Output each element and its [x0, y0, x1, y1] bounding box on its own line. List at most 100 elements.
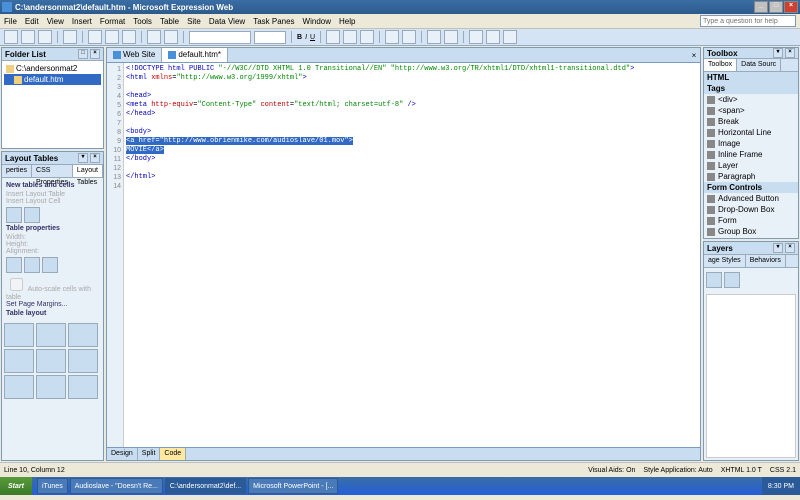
lt-dropdown-icon[interactable]: ▾ — [78, 153, 88, 163]
bold-button[interactable]: B — [297, 34, 302, 41]
css-status[interactable]: CSS 2.1 — [770, 467, 796, 474]
tb-drop-icon[interactable]: ▾ — [773, 48, 783, 58]
layout-preset[interactable] — [36, 349, 66, 373]
open-button[interactable] — [21, 30, 35, 44]
toolbox-sec-tags[interactable]: Tags — [704, 83, 798, 94]
view-code[interactable]: Code — [160, 448, 186, 460]
tb-close-icon[interactable]: × — [785, 48, 795, 58]
folder-file[interactable]: default.htm — [4, 74, 101, 85]
size-select[interactable] — [254, 31, 286, 44]
indent-button[interactable] — [444, 30, 458, 44]
toolbox-item[interactable]: Break — [704, 116, 798, 127]
toolbox-item[interactable]: Form — [704, 215, 798, 226]
toolbox-item[interactable]: Input (Button) — [704, 237, 798, 239]
tab-datasource[interactable]: Data Sourc — [737, 59, 781, 71]
style-application[interactable]: Style Application: Auto — [643, 467, 712, 474]
copy-button[interactable] — [105, 30, 119, 44]
menu-view[interactable]: View — [47, 17, 64, 26]
menu-table[interactable]: Table — [160, 17, 179, 26]
align-left-button[interactable] — [326, 30, 340, 44]
new-button[interactable] — [4, 30, 18, 44]
redo-button[interactable] — [164, 30, 178, 44]
ly-close-icon[interactable]: × — [785, 243, 795, 253]
menu-help[interactable]: Help — [339, 17, 355, 26]
save-button[interactable] — [38, 30, 52, 44]
highlight-button[interactable] — [486, 30, 500, 44]
doc-close-icon[interactable]: × — [688, 51, 700, 60]
help-search-input[interactable] — [700, 15, 796, 27]
toolbox-sec-form[interactable]: Form Controls — [704, 182, 798, 193]
toolbox-item[interactable]: Image — [704, 138, 798, 149]
menu-insert[interactable]: Insert — [72, 17, 92, 26]
doctype-status[interactable]: XHTML 1.0 T — [721, 467, 762, 474]
font-select[interactable] — [189, 31, 251, 44]
tab-layout-tables[interactable]: Layout Tables — [73, 165, 103, 177]
lt-btn2[interactable] — [24, 207, 40, 223]
layout-preset[interactable] — [68, 349, 98, 373]
bullets-button[interactable] — [385, 30, 399, 44]
code-editor[interactable]: 1234567891011121314 <!DOCTYPE html PUBLI… — [106, 62, 701, 448]
toolbox-item[interactable]: Advanced Button — [704, 193, 798, 204]
taskbar-audioslave[interactable]: Audioslave - "Doesn't Re... — [70, 478, 163, 494]
fontcolor-button[interactable] — [503, 30, 517, 44]
toolbox-sec-html[interactable]: HTML — [704, 72, 798, 83]
undo-button[interactable] — [147, 30, 161, 44]
menu-file[interactable]: File — [4, 17, 17, 26]
tab-default-htm[interactable]: default.htm* — [162, 48, 228, 62]
layer-btn2[interactable] — [724, 272, 740, 288]
view-split[interactable]: Split — [138, 448, 161, 460]
visual-aids[interactable]: Visual Aids: On — [588, 467, 635, 474]
align-l[interactable] — [6, 257, 22, 273]
layout-preset[interactable] — [68, 323, 98, 347]
align-r[interactable] — [42, 257, 58, 273]
folder-root[interactable]: C:\andersonmat2 — [4, 63, 101, 74]
layer-btn1[interactable] — [706, 272, 722, 288]
preview-button[interactable] — [63, 30, 77, 44]
layout-preset[interactable] — [36, 375, 66, 399]
toolbox-item[interactable]: Paragraph — [704, 171, 798, 182]
folder-close-icon[interactable]: × — [90, 49, 100, 59]
minimize-button[interactable]: _ — [754, 1, 768, 13]
menu-window[interactable]: Window — [303, 17, 331, 26]
layout-preset[interactable] — [68, 375, 98, 399]
layout-preset[interactable] — [4, 323, 34, 347]
menu-site[interactable]: Site — [187, 17, 201, 26]
toolbox-item[interactable]: <div> — [704, 94, 798, 105]
tab-css-properties[interactable]: CSS Properties — [32, 165, 73, 177]
lt-btn1[interactable] — [6, 207, 22, 223]
layout-preset[interactable] — [4, 375, 34, 399]
taskbar-expressionweb[interactable]: C:\andersonmat2\def... — [165, 478, 246, 494]
align-right-button[interactable] — [360, 30, 374, 44]
toolbox-item[interactable]: Drop-Down Box — [704, 204, 798, 215]
menu-format[interactable]: Format — [100, 17, 125, 26]
tab-behaviors[interactable]: Behaviors — [746, 255, 786, 267]
toolbox-item[interactable]: Horizontal Line — [704, 127, 798, 138]
taskbar-powerpoint[interactable]: Microsoft PowerPoint - [... — [248, 478, 338, 494]
toolbox-item[interactable]: Group Box — [704, 226, 798, 237]
layout-preset[interactable] — [36, 323, 66, 347]
borders-button[interactable] — [469, 30, 483, 44]
layout-preset[interactable] — [4, 349, 34, 373]
outdent-button[interactable] — [427, 30, 441, 44]
menu-tools[interactable]: Tools — [133, 17, 152, 26]
start-button[interactable]: Start — [0, 477, 32, 495]
maximize-button[interactable]: □ — [769, 1, 783, 13]
menu-dataview[interactable]: Data View — [209, 17, 245, 26]
underline-button[interactable]: U — [310, 34, 315, 41]
numbering-button[interactable] — [402, 30, 416, 44]
menu-edit[interactable]: Edit — [25, 17, 39, 26]
paste-button[interactable] — [122, 30, 136, 44]
menu-taskpanes[interactable]: Task Panes — [253, 17, 294, 26]
tab-website[interactable]: Web Site — [107, 48, 162, 62]
ly-drop-icon[interactable]: ▾ — [773, 243, 783, 253]
folder-new-icon[interactable]: □ — [78, 49, 88, 59]
tab-properties[interactable]: perties — [2, 165, 32, 177]
lt-close-icon[interactable]: × — [90, 153, 100, 163]
taskbar-itunes[interactable]: iTunes — [37, 478, 68, 494]
layers-body[interactable] — [706, 294, 796, 458]
set-margins-link[interactable]: Set Page Margins... — [6, 301, 99, 308]
toolbox-item[interactable]: Inline Frame — [704, 149, 798, 160]
cut-button[interactable] — [88, 30, 102, 44]
italic-button[interactable]: I — [305, 34, 307, 41]
system-tray[interactable]: 8:30 PM — [762, 477, 800, 495]
